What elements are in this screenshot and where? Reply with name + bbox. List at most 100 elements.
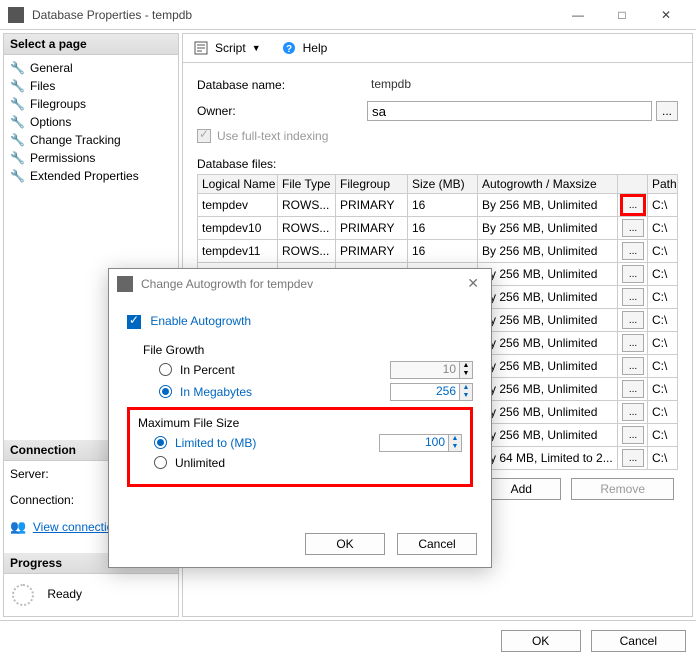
grid-cell: By 64 MB, Limited to 2... bbox=[478, 447, 618, 470]
enable-autogrowth-row[interactable]: Enable Autogrowth bbox=[127, 314, 473, 329]
grid-cell-button: ... bbox=[618, 194, 648, 217]
autogrowth-browse-button[interactable]: ... bbox=[622, 242, 644, 260]
limited-spinner[interactable]: ▲▼ bbox=[449, 434, 462, 452]
grid-cell-button: ... bbox=[618, 263, 648, 286]
dbname-label: Database name: bbox=[197, 78, 367, 92]
cancel-button[interactable]: Cancel bbox=[591, 630, 686, 652]
grid-header[interactable] bbox=[618, 175, 648, 194]
autogrowth-browse-button[interactable]: ... bbox=[622, 357, 644, 375]
grid-cell-button: ... bbox=[618, 217, 648, 240]
autogrowth-browse-button[interactable]: ... bbox=[622, 426, 644, 444]
help-button[interactable]: Help bbox=[303, 41, 328, 55]
limited-input[interactable]: 100 bbox=[379, 434, 449, 452]
grid-header[interactable]: Path bbox=[648, 175, 678, 194]
grid-cell-path: C:\ bbox=[648, 332, 678, 355]
file-growth-label: File Growth bbox=[143, 343, 473, 357]
wrench-icon: 🔧 bbox=[10, 115, 24, 129]
grid-cell-button: ... bbox=[618, 401, 648, 424]
limited-radio[interactable] bbox=[154, 436, 167, 449]
grid-cell: 16 bbox=[408, 240, 478, 263]
in-mb-radio[interactable] bbox=[159, 385, 172, 398]
window-title: Database Properties - tempdb bbox=[32, 8, 556, 22]
sidebar-item-change-tracking[interactable]: 🔧Change Tracking bbox=[6, 131, 176, 149]
autogrowth-browse-button[interactable]: ... bbox=[622, 311, 644, 329]
select-page-header: Select a page bbox=[4, 34, 178, 55]
dropdown-icon[interactable]: ▼ bbox=[252, 43, 261, 53]
dialog-cancel-button[interactable]: Cancel bbox=[397, 533, 477, 555]
table-row[interactable]: tempdevROWS...PRIMARY16By 256 MB, Unlimi… bbox=[198, 194, 678, 217]
minimize-button[interactable]: — bbox=[556, 1, 600, 29]
wrench-icon: 🔧 bbox=[10, 61, 24, 75]
sidebar-item-label: Options bbox=[30, 115, 71, 129]
grid-cell-path: C:\ bbox=[648, 194, 678, 217]
mb-input[interactable]: 256 bbox=[390, 383, 460, 401]
wrench-icon: 🔧 bbox=[10, 151, 24, 165]
grid-cell-button: ... bbox=[618, 309, 648, 332]
svg-text:?: ? bbox=[286, 44, 292, 55]
grid-cell: By 256 MB, Unlimited bbox=[478, 355, 618, 378]
grid-header[interactable]: Filegroup bbox=[336, 175, 408, 194]
dialog-icon bbox=[117, 276, 133, 292]
fulltext-row: Use full-text indexing bbox=[197, 129, 678, 143]
mb-spinner[interactable]: ▲▼ bbox=[460, 383, 473, 401]
autogrowth-browse-button[interactable]: ... bbox=[622, 380, 644, 398]
fulltext-label: Use full-text indexing bbox=[217, 129, 328, 143]
autogrowth-browse-button[interactable]: ... bbox=[622, 449, 644, 467]
autogrowth-browse-button[interactable]: ... bbox=[622, 265, 644, 283]
grid-cell: By 256 MB, Unlimited bbox=[478, 309, 618, 332]
sidebar-item-extended-properties[interactable]: 🔧Extended Properties bbox=[6, 167, 176, 185]
autogrowth-browse-button[interactable]: ... bbox=[622, 288, 644, 306]
in-mb-label: In Megabytes bbox=[180, 385, 252, 399]
grid-cell: By 256 MB, Unlimited bbox=[478, 263, 618, 286]
script-icon bbox=[193, 40, 209, 56]
autogrowth-browse-button[interactable]: ... bbox=[622, 334, 644, 352]
in-percent-radio[interactable] bbox=[159, 363, 172, 376]
grid-cell: PRIMARY bbox=[336, 240, 408, 263]
wrench-icon: 🔧 bbox=[10, 133, 24, 147]
grid-cell: ROWS... bbox=[278, 217, 336, 240]
grid-cell: By 256 MB, Unlimited bbox=[478, 424, 618, 447]
in-percent-label: In Percent bbox=[180, 363, 235, 377]
grid-cell: PRIMARY bbox=[336, 217, 408, 240]
help-icon: ? bbox=[281, 40, 297, 56]
grid-header[interactable]: File Type bbox=[278, 175, 336, 194]
sidebar-item-files[interactable]: 🔧Files bbox=[6, 77, 176, 95]
grid-header[interactable]: Size (MB) bbox=[408, 175, 478, 194]
grid-cell: By 256 MB, Unlimited bbox=[478, 401, 618, 424]
sidebar-item-label: Files bbox=[30, 79, 55, 93]
grid-header[interactable]: Logical Name bbox=[198, 175, 278, 194]
grid-cell: By 256 MB, Unlimited bbox=[478, 286, 618, 309]
dialog-close-button[interactable]: ✕ bbox=[463, 275, 483, 292]
unlimited-label: Unlimited bbox=[175, 456, 225, 470]
grid-cell-path: C:\ bbox=[648, 447, 678, 470]
autogrowth-browse-button[interactable]: ... bbox=[622, 219, 644, 237]
fulltext-checkbox bbox=[197, 129, 211, 143]
owner-input[interactable] bbox=[367, 101, 652, 121]
sidebar-item-permissions[interactable]: 🔧Permissions bbox=[6, 149, 176, 167]
dialog-ok-button[interactable]: OK bbox=[305, 533, 385, 555]
owner-browse-button[interactable]: ... bbox=[656, 101, 678, 121]
sidebar-item-options[interactable]: 🔧 Options bbox=[6, 113, 176, 131]
sidebar-item-filegroups[interactable]: 🔧Filegroups bbox=[6, 95, 176, 113]
grid-cell-path: C:\ bbox=[648, 401, 678, 424]
view-connection-link[interactable]: View connectio bbox=[33, 520, 114, 534]
add-button[interactable]: Add bbox=[481, 478, 561, 500]
grid-header[interactable]: Autogrowth / Maxsize bbox=[478, 175, 618, 194]
autogrowth-browse-button[interactable]: ... bbox=[622, 403, 644, 421]
maximize-button[interactable]: □ bbox=[600, 1, 644, 29]
script-button[interactable]: Script bbox=[215, 41, 246, 55]
unlimited-radio[interactable] bbox=[154, 456, 167, 469]
dialog-title: Change Autogrowth for tempdev bbox=[141, 277, 463, 291]
ok-button[interactable]: OK bbox=[501, 630, 581, 652]
sidebar-item-general[interactable]: 🔧General bbox=[6, 59, 176, 77]
page-list: 🔧General🔧Files🔧Filegroups🔧Options🔧Change… bbox=[4, 55, 178, 189]
grid-cell-path: C:\ bbox=[648, 378, 678, 401]
close-button[interactable]: ✕ bbox=[644, 1, 688, 29]
grid-cell: tempdev10 bbox=[198, 217, 278, 240]
max-size-highlight: Maximum File Size Limited to (MB) 100▲▼ … bbox=[127, 407, 473, 487]
grid-cell: tempdev bbox=[198, 194, 278, 217]
enable-autogrowth-checkbox[interactable] bbox=[127, 315, 141, 329]
table-row[interactable]: tempdev10ROWS...PRIMARY16By 256 MB, Unli… bbox=[198, 217, 678, 240]
table-row[interactable]: tempdev11ROWS...PRIMARY16By 256 MB, Unli… bbox=[198, 240, 678, 263]
autogrowth-browse-button[interactable]: ... bbox=[622, 196, 644, 214]
